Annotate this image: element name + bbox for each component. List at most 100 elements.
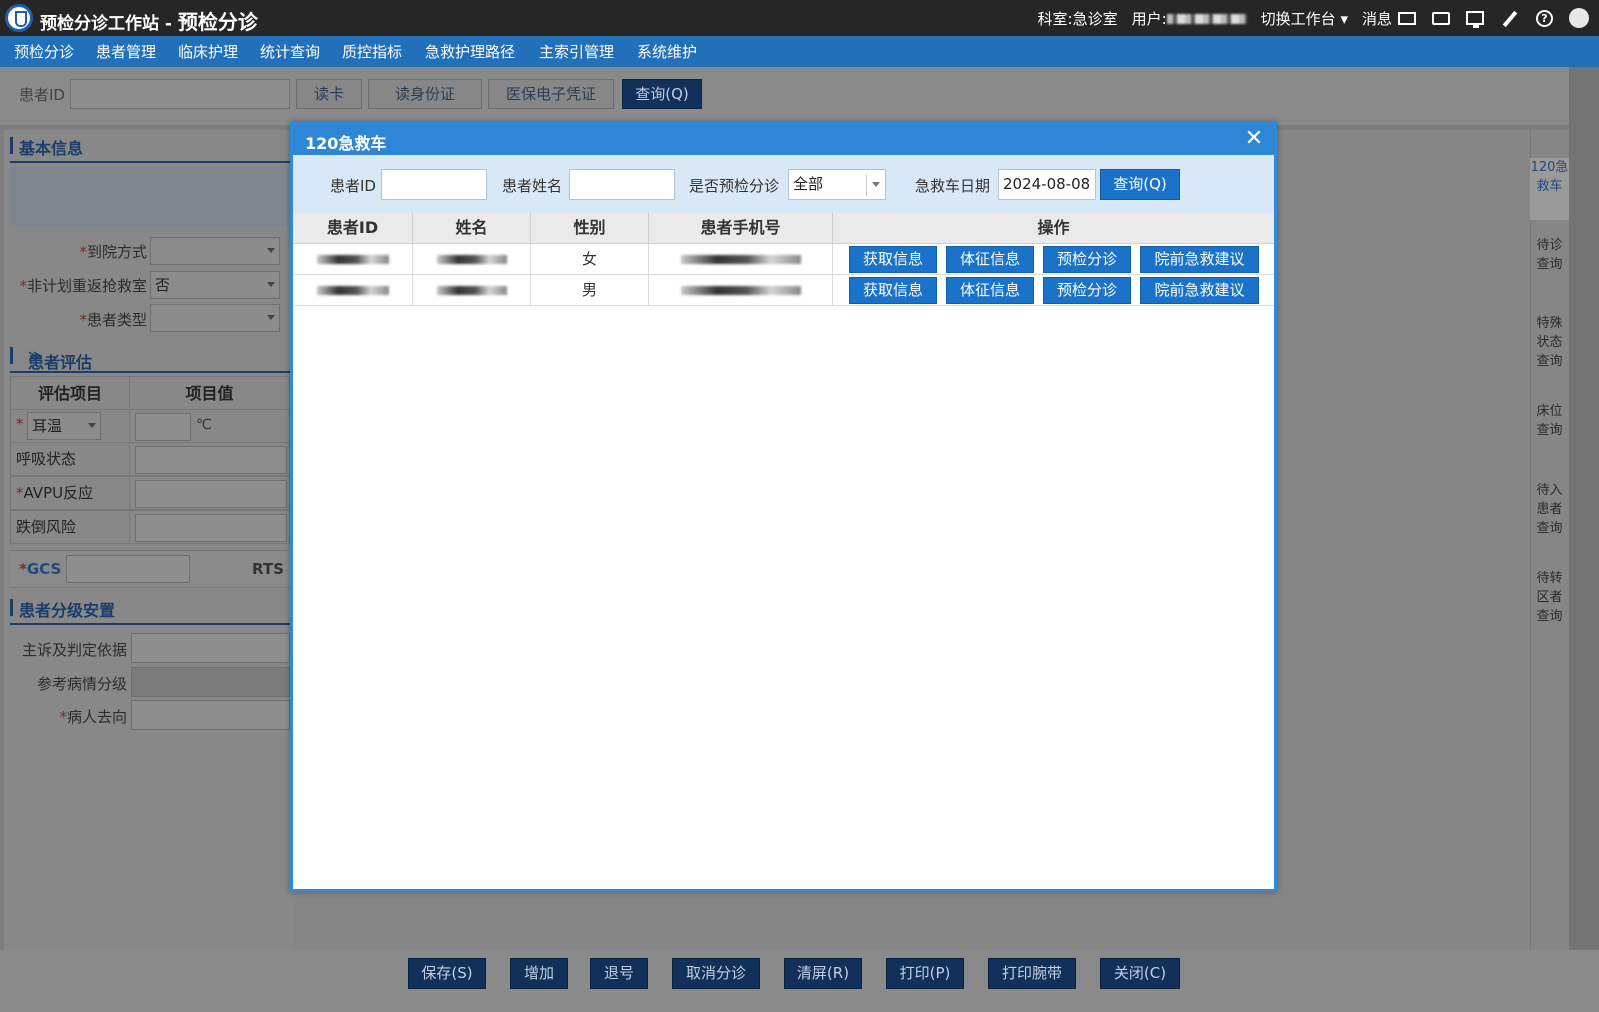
rail-item-ambulance[interactable]: 120急 救车 <box>1530 158 1569 220</box>
monitor-icon[interactable] <box>1466 11 1484 28</box>
filter-pretriage-select[interactable]: 全部 <box>788 169 886 200</box>
medical-insurance-button[interactable]: 医保电子凭证 <box>488 79 614 109</box>
pretriage-button[interactable]: 预检分诊 <box>1043 277 1131 304</box>
unplanned-return-value: 否 <box>155 276 171 294</box>
department-value: 急诊室 <box>1072 9 1118 28</box>
menu-item-clinical-care[interactable]: 临床护理 <box>178 41 238 62</box>
mail-icon[interactable] <box>1398 11 1416 25</box>
destination-text: 病人去向 <box>66 708 127 726</box>
arrival-mode-text: 到院方式 <box>86 243 147 261</box>
breathing-label: 呼吸状态 <box>10 442 130 476</box>
switch-workbench-button[interactable]: 切换工作台 ▾ <box>1261 8 1348 29</box>
search-query-button[interactable]: 查询(Q) <box>622 79 702 109</box>
messages-label[interactable]: 消息 <box>1362 8 1392 29</box>
destination-input[interactable] <box>131 700 290 730</box>
add-button[interactable]: 增加 <box>510 958 568 989</box>
rail-item-special-status[interactable]: 特殊 状态 查询 <box>1530 314 1569 371</box>
cancel-triage-button[interactable]: 取消分诊 <box>672 958 760 989</box>
filter-patient-id-input[interactable] <box>381 169 487 200</box>
fall-risk-cell <box>129 510 290 544</box>
chevron-down-icon <box>267 248 275 253</box>
read-card-button[interactable]: 读卡 <box>296 79 362 109</box>
rail-item-waiting[interactable]: 待诊 查询 <box>1530 236 1569 274</box>
cancel-registration-button[interactable]: 退号 <box>590 958 648 989</box>
col-phone: 患者手机号 <box>649 213 833 244</box>
clear-screen-button[interactable]: 清屏(R) <box>784 958 862 989</box>
switch-workbench-label: 切换工作台 <box>1260 9 1336 28</box>
rail-item-transfer[interactable]: 待转 区者 查询 <box>1530 569 1569 626</box>
chevron-down-icon <box>88 423 96 428</box>
prehospital-advice-button[interactable]: 院前急救建议 <box>1140 277 1259 304</box>
dialog-query-button[interactable]: 查询(Q) <box>1100 169 1180 200</box>
menu-item-quality[interactable]: 质控指标 <box>342 41 402 62</box>
filter-pretriage-label: 是否预检分诊 <box>689 177 780 195</box>
menu-item-care-path[interactable]: 急救护理路径 <box>425 41 515 62</box>
breathing-cell <box>129 442 290 476</box>
rail-transfer-line2: 区者 <box>1536 590 1563 605</box>
top-right-toolbar: 科室:急诊室 用户: 切换工作台 ▾ 消息 ? <box>1038 0 1599 36</box>
temp-value-input[interactable] <box>135 413 191 441</box>
help-icon[interactable]: ? <box>1536 9 1553 27</box>
menu-item-system[interactable]: 系统维护 <box>637 41 697 62</box>
complaint-input[interactable] <box>131 633 290 663</box>
required-mark: * <box>16 415 24 433</box>
wrench-icon[interactable] <box>1500 10 1520 26</box>
rail-item-pending-admit[interactable]: 待入 患者 查询 <box>1530 481 1569 538</box>
phone-redacted <box>680 255 801 264</box>
menu-item-pretriage[interactable]: 预检分诊 <box>14 41 74 62</box>
rail-beds-line2: 查询 <box>1536 423 1563 438</box>
col-gender: 性别 <box>531 213 649 244</box>
avpu-label-cell: *AVPU反应 <box>10 476 130 510</box>
col-patient-id: 患者ID <box>293 213 413 244</box>
patient-id-input[interactable] <box>70 79 290 109</box>
read-id-card-button[interactable]: 读身份证 <box>368 79 482 109</box>
fall-risk-input[interactable] <box>135 514 287 542</box>
ref-level-input[interactable] <box>131 667 290 697</box>
keyboard-icon[interactable] <box>1432 11 1450 25</box>
pretriage-button[interactable]: 预检分诊 <box>1043 246 1131 273</box>
close-button[interactable]: 关闭(C) <box>1100 958 1180 989</box>
vital-signs-button[interactable]: 体征信息 <box>946 277 1034 304</box>
arrival-mode-select[interactable] <box>150 237 280 265</box>
menu-item-master-index[interactable]: 主索引管理 <box>539 41 614 62</box>
grading-title: 患者分级安置 <box>19 601 116 620</box>
user-label: 用户: <box>1131 9 1167 28</box>
close-icon[interactable]: ✕ <box>1242 127 1266 151</box>
avpu-input[interactable] <box>135 480 287 508</box>
avatar[interactable] <box>1569 8 1589 28</box>
get-info-button[interactable]: 获取信息 <box>849 246 937 273</box>
title-bar: 预检分诊工作站 - 预检分诊 科室:急诊室 用户: 切换工作台 ▾ 消息 ? <box>0 0 1599 36</box>
temp-value-cell: ℃ <box>129 409 290 443</box>
rail-item-beds[interactable]: 床位 查询 <box>1530 402 1569 440</box>
temp-type-select[interactable]: 耳温 <box>27 412 101 440</box>
unplanned-return-select[interactable]: 否 <box>150 271 280 299</box>
filter-date-input[interactable]: 2024-08-08 <box>998 169 1096 200</box>
filter-patient-name-input[interactable] <box>569 169 675 200</box>
table-row: 男 <box>531 275 649 306</box>
gcs-input[interactable] <box>66 555 190 583</box>
filter-date-label: 急救车日期 <box>915 177 991 195</box>
breathing-input[interactable] <box>135 446 287 474</box>
vital-signs-button[interactable]: 体征信息 <box>946 246 1034 273</box>
rts-label: RTS <box>252 560 284 578</box>
save-button[interactable]: 保存(S) <box>408 958 486 989</box>
grading-header: 患者分级安置 <box>10 593 294 625</box>
col-name: 姓名 <box>413 213 531 244</box>
gender-value: 女 <box>581 250 597 268</box>
chevron-down-icon <box>267 315 275 320</box>
print-wristband-button[interactable]: 打印腕带 <box>988 958 1076 989</box>
print-button[interactable]: 打印(P) <box>886 958 964 989</box>
temp-unit: ℃ <box>196 417 212 433</box>
patient-type-select[interactable] <box>150 304 280 332</box>
prehospital-advice-button[interactable]: 院前急救建议 <box>1140 246 1259 273</box>
table-row <box>649 275 833 306</box>
menu-item-patient-mgmt[interactable]: 患者管理 <box>96 41 156 62</box>
assessment-header[interactable]: 患者评估 ≫ <box>10 341 294 373</box>
patient-type-label: *患者类型 <box>79 311 147 329</box>
get-info-button[interactable]: 获取信息 <box>849 277 937 304</box>
ref-level-label: 参考病情分级 <box>36 675 127 693</box>
chevron-down-icon <box>267 282 275 287</box>
dialog-header: 120急救车 ✕ <box>293 125 1274 155</box>
rail-transfer-line3: 查询 <box>1536 609 1563 624</box>
menu-item-statistics[interactable]: 统计查询 <box>260 41 320 62</box>
